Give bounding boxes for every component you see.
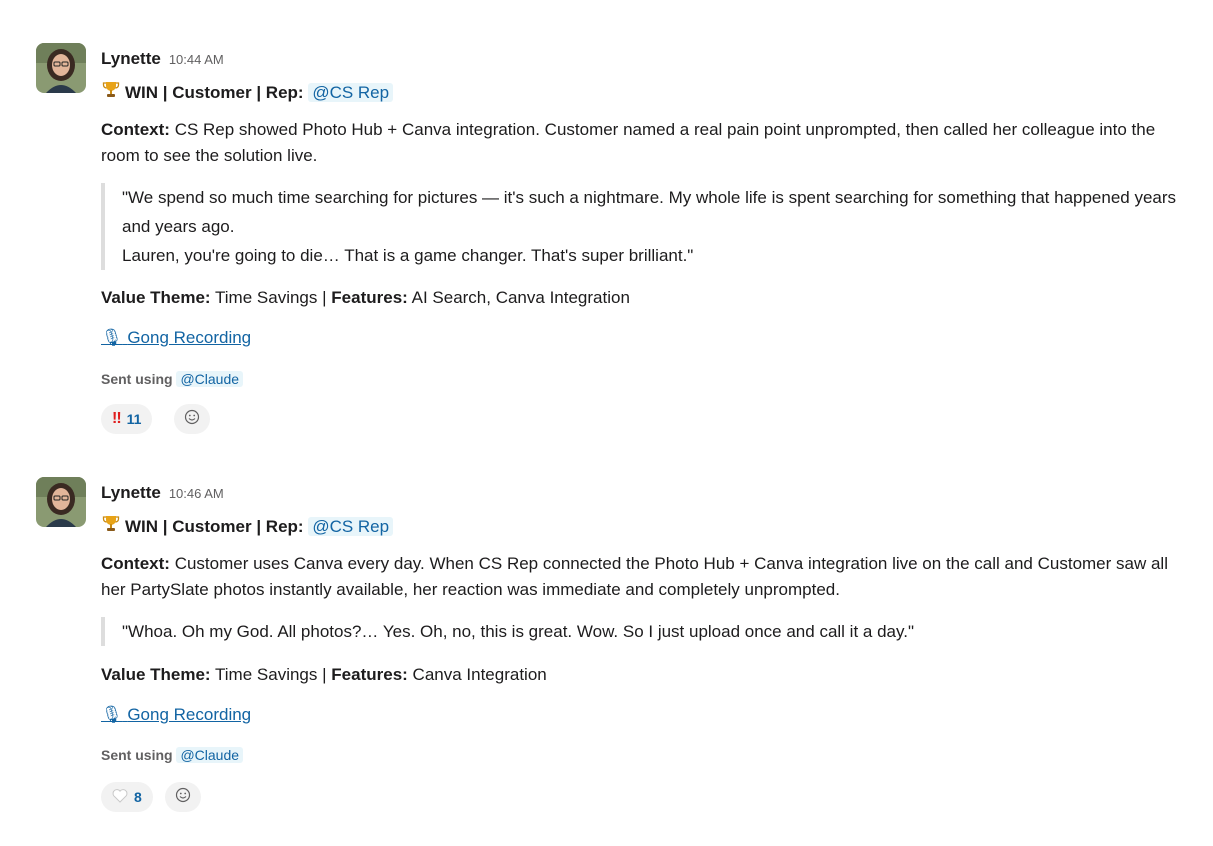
microphone-icon: 🎙 (101, 705, 123, 724)
features-label: Features: (331, 288, 408, 307)
quote-line: "Whoa. Oh my God. All photos?… Yes. Oh, … (122, 622, 914, 641)
context-label: Context: (101, 554, 170, 573)
reaction-pill[interactable]: 8 (101, 782, 153, 812)
timestamp[interactable]: 10:44 AM (169, 52, 224, 67)
value-theme: Time Savings (215, 288, 318, 307)
value-theme-label: Value Theme: (101, 288, 211, 307)
reaction-count: 8 (134, 789, 142, 805)
sent-using-line: Sent using @Claude (101, 367, 244, 391)
value-theme-line: Value Theme: Time Savings | Features: AI… (101, 286, 630, 310)
headline-text: WIN | Customer | Rep: (125, 517, 304, 536)
sent-using-label: Sent using (101, 371, 173, 387)
separator: | (322, 665, 327, 684)
reaction-pill[interactable]: !! 11 (101, 404, 153, 434)
add-reaction-button[interactable] (165, 782, 201, 812)
mention-cs-rep[interactable]: @CS Rep (308, 83, 394, 102)
mention-cs-rep[interactable]: @CS Rep (308, 517, 394, 536)
value-theme-line: Value Theme: Time Savings | Features: Ca… (101, 663, 547, 687)
gong-recording-label: Gong Recording (127, 328, 252, 347)
timestamp[interactable]: 10:46 AM (169, 486, 224, 501)
context-label: Context: (101, 120, 170, 139)
add-reaction-button[interactable] (174, 404, 210, 434)
separator: | (322, 288, 327, 307)
gong-recording-link[interactable]: 🎙 Gong Recording (101, 705, 251, 724)
headline-text: WIN | Customer | Rep: (125, 83, 304, 102)
white-heart-icon (112, 788, 128, 806)
features: Canva Integration (412, 665, 547, 684)
author-name[interactable]: Lynette (101, 483, 161, 502)
value-theme: Time Savings (215, 665, 318, 684)
author-name[interactable]: Lynette (101, 49, 161, 68)
smiley-icon (175, 787, 191, 808)
quote-line: Lauren, you're going to die… That is a g… (122, 246, 694, 265)
features: AI Search, Canva Integration (411, 288, 630, 307)
trophy-icon (101, 514, 121, 539)
avatar[interactable] (36, 43, 86, 93)
sent-using-label: Sent using (101, 747, 173, 763)
gong-recording-label: Gong Recording (127, 705, 252, 724)
features-label: Features: (331, 665, 408, 684)
blockquote: "Whoa. Oh my God. All photos?… Yes. Oh, … (101, 617, 1182, 646)
reaction-count: 11 (126, 411, 142, 427)
smiley-icon (184, 409, 200, 430)
mention-claude[interactable]: @Claude (176, 747, 244, 763)
mention-claude[interactable]: @Claude (176, 371, 244, 387)
double-exclamation-icon: !! (112, 410, 122, 427)
quote-line: "We spend so much time searching for pic… (122, 188, 1177, 236)
microphone-icon: 🎙 (101, 328, 123, 347)
context-text: Customer uses Canva every day. When CS R… (101, 554, 1168, 599)
avatar[interactable] (36, 477, 86, 527)
context-text: CS Rep showed Photo Hub + Canva integrat… (101, 120, 1156, 165)
blockquote: "We spend so much time searching for pic… (101, 183, 1182, 270)
value-theme-label: Value Theme: (101, 665, 211, 684)
context-paragraph: Context: CS Rep showed Photo Hub + Canva… (101, 117, 1171, 169)
gong-recording-link[interactable]: 🎙 Gong Recording (101, 328, 251, 347)
context-paragraph: Context: Customer uses Canva every day. … (101, 551, 1171, 603)
sent-using-line: Sent using @Claude (101, 743, 244, 767)
trophy-icon (101, 80, 121, 105)
